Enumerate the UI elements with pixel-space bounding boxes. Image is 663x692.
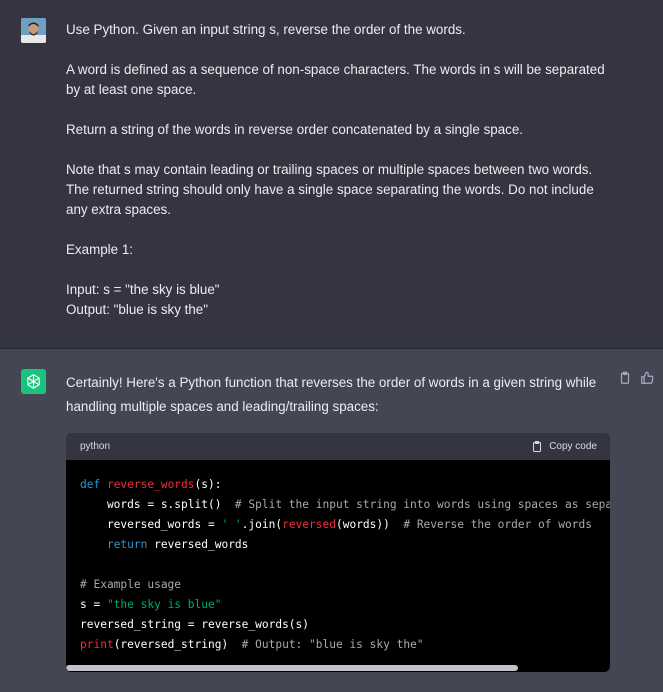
code-line: reversed_words = ' '.join(reversed(words…: [80, 515, 610, 535]
code-line: s = "the sky is blue": [80, 595, 610, 615]
user-paragraph: Example 1:: [66, 242, 133, 257]
code-token: reversed: [282, 518, 336, 531]
code-token: s =: [80, 598, 107, 611]
clipboard-icon[interactable]: [618, 371, 632, 385]
code-token: reversed_string = reverse_words(s): [80, 618, 310, 631]
code-token: def: [80, 478, 107, 491]
user-paragraph: Note that s may contain leading or trail…: [66, 162, 598, 217]
user-message: Use Python. Given an input string s, rev…: [0, 0, 663, 349]
user-paragraph: Input: s = "the sky is blue": [66, 282, 220, 297]
code-line: words = s.split() # Split the input stri…: [80, 495, 610, 515]
copy-code-label: Copy code: [549, 441, 597, 452]
code-token: (words)): [335, 518, 404, 531]
user-paragraph: Return a string of the words in reverse …: [66, 122, 524, 137]
copy-code-button[interactable]: Copy code: [531, 440, 597, 453]
code-token: return: [106, 538, 148, 551]
code-language-label: python: [80, 441, 111, 452]
code-header: python Copy code: [66, 433, 610, 460]
code-block: python Copy code def reverse_words(s): w…: [66, 433, 610, 672]
user-paragraph: Output: "blue is sky the": [66, 302, 208, 317]
code-token: (reversed_string): [113, 638, 242, 651]
assistant-intro-text: Certainly! Here's a Python function that…: [66, 375, 597, 414]
horizontal-scrollbar[interactable]: [66, 664, 610, 672]
user-paragraph: A word is defined as a sequence of non-s…: [66, 62, 609, 97]
code-token: (s):: [194, 478, 222, 491]
assistant-message: Certainly! Here's a Python function that…: [0, 349, 663, 692]
code-token: # Example usage: [80, 578, 182, 591]
code-token: "the sky is blue": [106, 598, 222, 611]
thumbs-up-icon[interactable]: [640, 371, 654, 385]
code-token: # Output: "blue is sky the": [241, 638, 424, 651]
code-token: ' ': [221, 518, 242, 531]
code-token: reversed_words =: [80, 518, 222, 531]
clipboard-icon: [531, 440, 543, 453]
code-content: def reverse_words(s): words = s.split() …: [66, 460, 610, 657]
code-token: words = s.split(): [80, 498, 235, 511]
code-token: reversed_words: [147, 538, 249, 551]
code-token: # Split the input string into words usin…: [234, 498, 610, 511]
code-line: # Example usage: [80, 575, 610, 595]
code-token: .join(: [241, 518, 283, 531]
user-message-text: Use Python. Given an input string s, rev…: [66, 20, 606, 340]
code-line: def reverse_words(s):: [80, 475, 610, 495]
message-actions: [618, 371, 654, 385]
code-token: print: [80, 638, 114, 651]
code-token: # Reverse the order of words: [403, 518, 592, 531]
code-line: return reversed_words: [80, 535, 610, 555]
code-line: print(reversed_string) # Output: "blue i…: [80, 635, 610, 655]
openai-logo-icon: [21, 369, 46, 394]
user-avatar: [21, 18, 46, 43]
scrollbar-thumb[interactable]: [66, 665, 518, 671]
user-paragraph: Use Python. Given an input string s, rev…: [66, 22, 466, 37]
code-line: reversed_string = reverse_words(s): [80, 615, 610, 635]
code-token: reverse_words: [106, 478, 195, 491]
